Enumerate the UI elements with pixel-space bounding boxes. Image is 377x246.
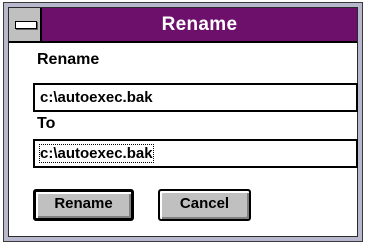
- rename-to-field[interactable]: c:\autoexec.bak: [33, 139, 358, 168]
- rename-to-value: c:\autoexec.bak: [39, 144, 154, 163]
- rename-button[interactable]: Rename: [33, 189, 134, 221]
- system-menu-button[interactable]: [9, 8, 42, 41]
- cancel-button[interactable]: Cancel: [158, 189, 251, 221]
- title-bar[interactable]: Rename: [9, 8, 357, 43]
- rename-from-value: c:\autoexec.bak: [40, 89, 153, 106]
- rename-from-label: Rename: [37, 51, 100, 68]
- system-menu-icon: [15, 21, 37, 29]
- rename-to-label: To: [37, 115, 56, 132]
- rename-from-field[interactable]: c:\autoexec.bak: [33, 83, 358, 112]
- dialog-title: Rename: [161, 14, 238, 35]
